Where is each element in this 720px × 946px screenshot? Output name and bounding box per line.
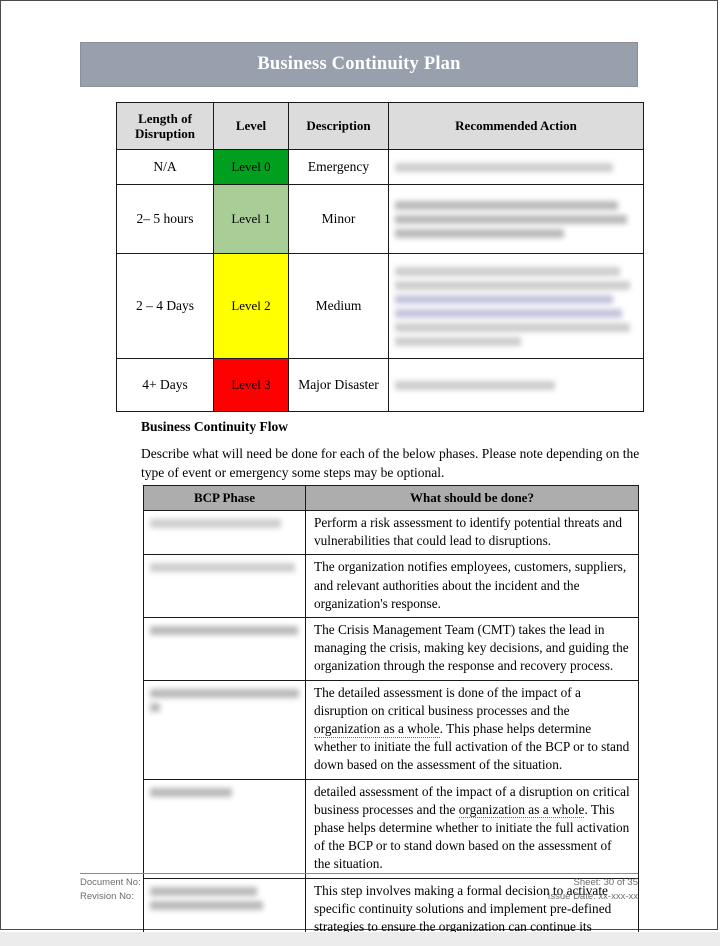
table-row: detailed assessment of the impact of a d… (143, 778, 639, 879)
document-page: Business Continuity Plan Length of Disru… (0, 0, 718, 942)
section-heading-business-continuity-flow: Business Continuity Flow (141, 419, 289, 434)
bcp-description-text: The organization notifies employees, cus… (314, 559, 627, 611)
redacted-line (395, 214, 628, 224)
section-paragraph: Describe what will need be done for each… (141, 446, 640, 481)
redacted-text-block (144, 618, 305, 643)
table-row: Perform a risk assessment to identify po… (143, 509, 639, 556)
bcp-description-text: The detailed assessment is done of the i… (314, 684, 581, 718)
redacted-line (395, 322, 630, 332)
cell-recommended-action (388, 358, 644, 412)
redacted-line (395, 280, 630, 290)
redacted-text-block (389, 192, 643, 247)
cell-what-should-be-done: The detailed assessment is done of the i… (305, 679, 639, 780)
cell-bcp-phase (143, 679, 306, 780)
column-header-level: Level (213, 102, 289, 150)
column-header-what-should-be-done: What should be done? (305, 485, 639, 511)
redacted-line (395, 336, 521, 346)
cell-level-badge: Level 2 (213, 253, 289, 359)
page-footer: Document No: Revision No: Sheet: 30 of 3… (80, 876, 638, 905)
spellcheck-flagged-text: organization as a whole (458, 801, 585, 819)
footer-left-block: Document No: Revision No: (80, 876, 141, 905)
redacted-line (150, 702, 161, 712)
cell-description: Major Disaster (288, 358, 389, 412)
redacted-line (150, 563, 295, 573)
cell-description: Minor (288, 184, 389, 254)
cell-length-of-disruption: N/A (116, 149, 214, 185)
cell-recommended-action (388, 253, 644, 359)
redacted-text-block (144, 780, 305, 805)
redacted-text-block (389, 258, 643, 355)
table-header-row: BCP Phase What should be done? (143, 485, 639, 511)
cell-level-badge: Level 0 (213, 149, 289, 185)
cell-what-should-be-done: The organization notifies employees, cus… (305, 554, 639, 619)
footer-sheet-number: Sheet: 30 of 35 (573, 877, 638, 888)
redacted-text-block (389, 372, 643, 399)
column-header-recommended-action: Recommended Action (388, 102, 644, 150)
table-header-row: Length of Disruption Level Description R… (116, 102, 644, 150)
redacted-line (150, 519, 282, 528)
footer-document-no: Document No: (80, 877, 141, 888)
disruption-level-table: Length of Disruption Level Description R… (116, 102, 644, 412)
redacted-text-block (389, 154, 643, 181)
footer-issue-date: Issue Date: xx-xxx-xx (547, 891, 638, 903)
cell-recommended-action (388, 149, 644, 185)
cell-length-of-disruption: 2 – 4 Days (116, 253, 214, 359)
cell-description: Medium (288, 253, 389, 359)
redacted-text-block (144, 555, 305, 580)
redacted-line (395, 266, 621, 276)
redacted-line (150, 787, 232, 797)
footer-right-block: Sheet: 30 of 35 Issue Date: xx-xxx-xx (548, 876, 638, 905)
redacted-line (395, 200, 618, 210)
bcp-description-text: Perform a risk assessment to identify po… (314, 515, 622, 549)
redacted-text-block (144, 511, 305, 536)
table-row: 2 – 4 Days Level 2 Medium (116, 253, 644, 359)
cell-bcp-phase (143, 509, 306, 556)
cell-recommended-action (388, 184, 644, 254)
column-header-bcp-phase: BCP Phase (143, 485, 306, 511)
document-title-banner: Business Continuity Plan (80, 42, 638, 87)
table-row: The organization notifies employees, cus… (143, 554, 639, 619)
cell-length-of-disruption: 2– 5 hours (116, 184, 214, 254)
redacted-line (395, 380, 555, 390)
cell-bcp-phase (143, 617, 306, 681)
column-header-description: Description (288, 102, 389, 150)
spellcheck-flagged-text: organization as a whole (314, 721, 440, 738)
redacted-line (150, 688, 299, 698)
cell-what-should-be-done: Perform a risk assessment to identify po… (305, 509, 639, 556)
table-row: 4+ Days Level 3 Major Disaster (116, 358, 644, 412)
column-header-length-of-disruption: Length of Disruption (116, 102, 214, 150)
cell-description: Emergency (288, 149, 389, 185)
cell-level-badge: Level 1 (213, 184, 289, 254)
cell-level-badge: Level 3 (213, 358, 289, 412)
redacted-line (395, 228, 565, 238)
redacted-line (395, 162, 613, 172)
table-row: N/A Level 0 Emergency (116, 149, 644, 185)
redacted-line (395, 308, 623, 318)
page-bottom-strip (0, 932, 720, 946)
cell-bcp-phase (143, 778, 306, 879)
redacted-line (150, 626, 298, 636)
redacted-text-block (144, 681, 305, 720)
footer-divider (80, 873, 638, 874)
bcp-description-text: The Crisis Management Team (CMT) takes t… (314, 622, 629, 674)
footer-revision-no: Revision No: (80, 891, 134, 903)
cell-what-should-be-done: detailed assessment of the impact of a d… (305, 778, 639, 879)
table-row: The detailed assessment is done of the i… (143, 679, 639, 780)
page-title: Business Continuity Plan (257, 54, 461, 74)
table-row: 2– 5 hours Level 1 Minor (116, 184, 644, 254)
redacted-line (395, 294, 613, 304)
cell-bcp-phase (143, 554, 306, 619)
cell-length-of-disruption: 4+ Days (116, 358, 214, 412)
table-row: The Crisis Management Team (CMT) takes t… (143, 617, 639, 681)
cell-what-should-be-done: The Crisis Management Team (CMT) takes t… (305, 617, 639, 681)
